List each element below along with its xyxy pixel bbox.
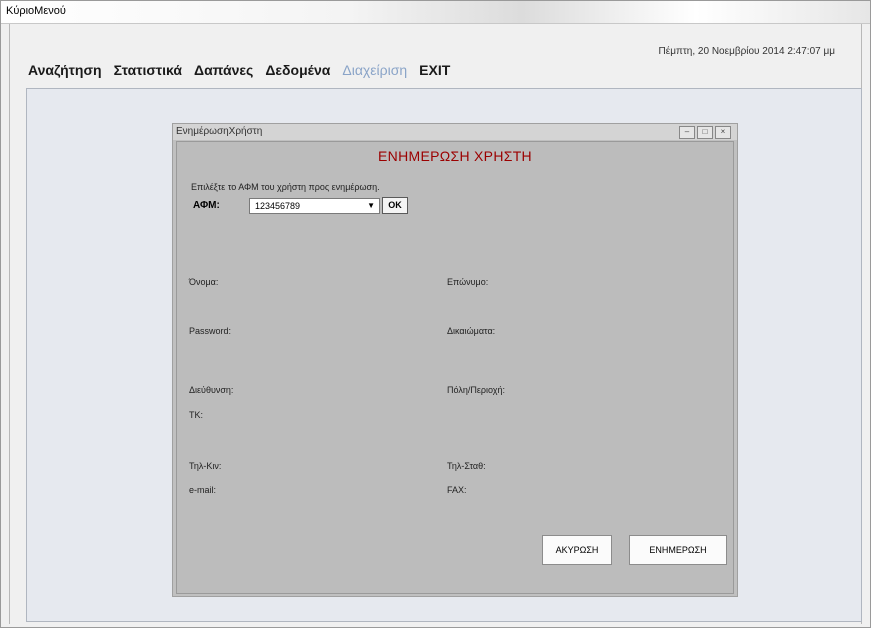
dialog-titlebar[interactable]: ΕνημέρωσηΧρήστη – □ × (173, 124, 737, 140)
fax-label: FAX: (447, 485, 467, 495)
dialog-window-controls: – □ × (679, 126, 731, 139)
cancel-button[interactable]: ΑΚΥΡΩΣΗ (542, 535, 612, 565)
datetime-label: Πέμπτη, 20 Νοεμβρίου 2014 2:47:07 μμ (658, 46, 835, 57)
password-label: Password: (189, 326, 232, 336)
menu-item-administration: Διαχείριση (342, 62, 408, 78)
main-window: ΚύριοΜενού Πέμπτη, 20 Νοεμβρίου 2014 2:4… (0, 0, 871, 628)
window-client: Πέμπτη, 20 Νοεμβρίου 2014 2:47:07 μμ Ανα… (9, 24, 862, 624)
menu-item-statistics[interactable]: Στατιστικά (114, 62, 182, 84)
update-user-dialog: ΕνημέρωσηΧρήστη – □ × ΕΝΗΜΕΡΩΣΗ ΧΡΗΣΤΗ Ε… (172, 123, 738, 597)
dialog-heading: ΕΝΗΜΕΡΩΣΗ ΧΡΗΣΤΗ (378, 148, 532, 164)
chevron-down-icon[interactable]: ▼ (367, 199, 375, 213)
mobile-label: Τηλ-Κιν: (189, 461, 222, 471)
rights-label: Δικαιώματα: (447, 326, 496, 336)
menu-item-exit[interactable]: EXIT (419, 62, 450, 84)
mdi-workspace: ΕνημέρωσηΧρήστη – □ × ΕΝΗΜΕΡΩΣΗ ΧΡΗΣΤΗ Ε… (26, 88, 862, 622)
minimize-icon[interactable]: – (679, 126, 695, 139)
postcode-label: ΤΚ: (189, 410, 204, 420)
afm-select[interactable]: 123456789 ▼ (249, 198, 380, 214)
window-titlebar[interactable]: ΚύριοΜενού (1, 1, 870, 24)
menu-item-search[interactable]: Αναζήτηση (28, 62, 102, 84)
afm-select-value: 123456789 (255, 201, 301, 211)
landline-label: Τηλ-Σταθ: (447, 461, 486, 471)
address-label: Διεύθυνση: (189, 385, 234, 395)
dialog-title: ΕνημέρωσηΧρήστη (176, 126, 263, 137)
dialog-body: ΕΝΗΜΕΡΩΣΗ ΧΡΗΣΤΗ Επιλέξτε το ΑΦΜ του χρή… (176, 141, 734, 594)
window-title: ΚύριοΜενού (6, 5, 66, 17)
select-afm-hint: Επιλέξτε το ΑΦΜ του χρήστη προς ενημέρωσ… (191, 182, 380, 192)
surname-label: Επώνυμο: (447, 277, 489, 287)
close-icon[interactable]: × (715, 126, 731, 139)
menu-item-expenses[interactable]: Δαπάνες (194, 62, 253, 84)
ok-button[interactable]: OK (382, 197, 408, 214)
afm-label: ΑΦΜ: (193, 200, 220, 211)
menu-item-data[interactable]: Δεδομένα (265, 62, 330, 84)
main-menu: Αναζήτηση Στατιστικά Δαπάνες Δεδομένα Δι… (28, 62, 462, 84)
maximize-icon[interactable]: □ (697, 126, 713, 139)
name-label: Όνομα: (189, 277, 219, 287)
update-button[interactable]: ΕΝΗΜΕΡΩΣΗ (629, 535, 727, 565)
email-label: e-mail: (189, 485, 217, 495)
city-label: Πόλη/Περιοχή: (447, 385, 505, 395)
